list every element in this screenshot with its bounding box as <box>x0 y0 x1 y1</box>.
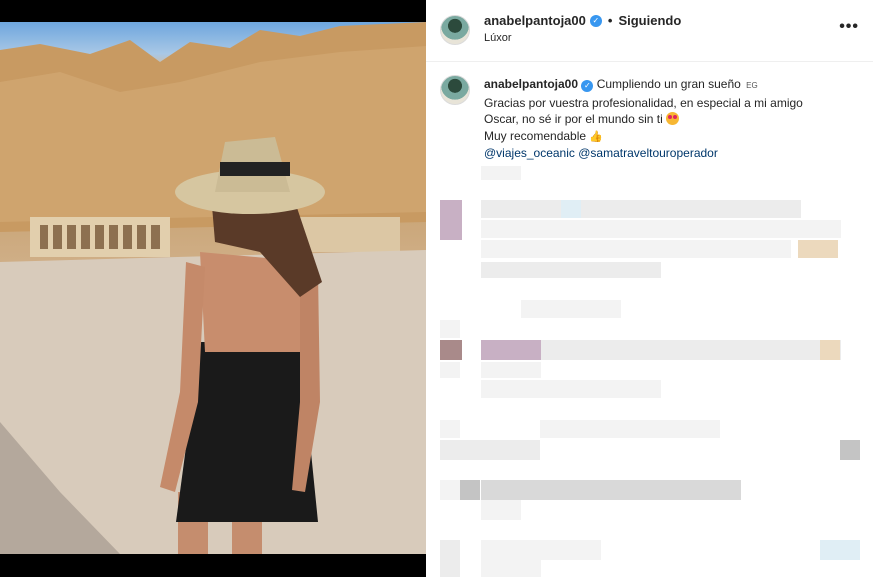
author-username[interactable]: anabelpantoja00 <box>484 13 586 28</box>
post-photo[interactable] <box>0 22 426 554</box>
caption-author-username[interactable]: anabelpantoja00 <box>484 77 578 91</box>
caption-text-2: Gracias por vuestra profesionalidad, en … <box>484 95 803 110</box>
caption-text-1: Cumpliendo un gran sueño <box>596 77 741 91</box>
more-options-icon[interactable]: ••• <box>839 18 859 36</box>
verified-badge-icon: ✓ <box>589 14 602 27</box>
thumbs-up-emoji-icon: 👍 <box>589 130 604 143</box>
photo-illustration <box>0 22 426 554</box>
caption-line-3: Oscar, no sé ir por el mundo sin ti <box>484 111 864 128</box>
post-header: anabelpantoja00 ✓ • Siguiendo Lúxor ••• <box>426 0 873 62</box>
caption-text-4: Muy recomendable <box>484 128 587 143</box>
caption-line-4: Muy recomendable 👍 <box>484 128 864 146</box>
country-badge: EG <box>746 81 758 90</box>
caption-author-avatar[interactable] <box>440 75 470 105</box>
verified-badge-icon: ✓ <box>581 80 594 92</box>
mention-link[interactable]: @viajes_oceanic <box>484 146 575 160</box>
caption-line-1: anabelpantoja00 ✓ Cumpliendo un gran sue… <box>484 76 864 95</box>
post-caption: anabelpantoja00 ✓ Cumpliendo un gran sue… <box>484 76 864 162</box>
post-location[interactable]: Lúxor <box>484 32 512 44</box>
caption-mentions: @viajes_oceanic @samatraveltouroperador <box>484 145 864 162</box>
heart-eyes-emoji-icon <box>666 112 680 125</box>
caption-text-3: Oscar, no sé ir por el mundo sin ti <box>484 112 663 126</box>
header-user-row: anabelpantoja00 ✓ • Siguiendo <box>484 13 681 28</box>
following-button[interactable]: Siguiendo <box>618 13 681 28</box>
mention-link[interactable]: @samatraveltouroperador <box>578 146 718 160</box>
photo-panel <box>0 0 426 577</box>
separator-dot: • <box>607 13 613 28</box>
post-panel: anabelpantoja00 ✓ • Siguiendo Lúxor ••• … <box>426 0 873 577</box>
author-avatar[interactable] <box>440 15 470 45</box>
